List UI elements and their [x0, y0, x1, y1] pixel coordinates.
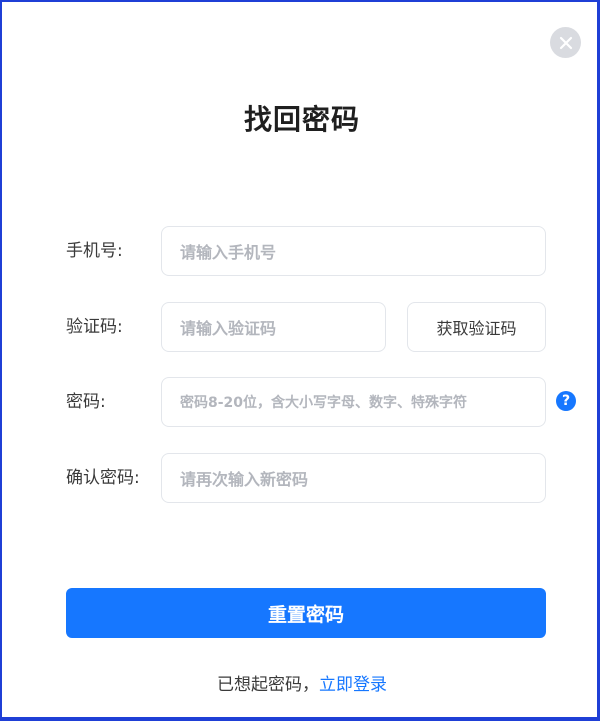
phone-placeholder: 请输入手机号 [180, 243, 277, 262]
confirm-password-placeholder: 请再次输入新密码 [180, 470, 309, 489]
close-button[interactable] [550, 27, 581, 58]
password-placeholder: 密码8-20位，含大小写字母、数字、特殊字符 [180, 395, 468, 411]
login-link[interactable]: 立即登录 [319, 675, 387, 695]
reset-password-button[interactable]: 重置密码 [66, 588, 546, 638]
dialog-frame: 找回密码 手机号: 请输入手机号 验证码: 请输入验证码 获取验证码 密码: 密… [0, 0, 600, 721]
confirm-password-label: 确认密码: [66, 468, 140, 488]
footer: 已想起密码，立即登录 [2, 670, 600, 695]
password-label: 密码: [66, 392, 106, 412]
footer-text: 已想起密码， [217, 675, 319, 695]
page-title: 找回密码 [243, 103, 360, 136]
close-icon [559, 36, 572, 49]
code-placeholder: 请输入验证码 [180, 319, 277, 338]
help-icon[interactable]: ? [556, 391, 576, 411]
code-label: 验证码: [66, 317, 123, 337]
phone-label: 手机号: [66, 241, 123, 261]
confirm-password-input[interactable]: 请再次输入新密码 [161, 453, 546, 503]
get-code-button[interactable]: 获取验证码 [407, 302, 546, 352]
code-input[interactable]: 请输入验证码 [161, 302, 386, 352]
password-input[interactable]: 密码8-20位，含大小写字母、数字、特殊字符 [161, 377, 546, 427]
phone-input[interactable]: 请输入手机号 [161, 226, 546, 276]
